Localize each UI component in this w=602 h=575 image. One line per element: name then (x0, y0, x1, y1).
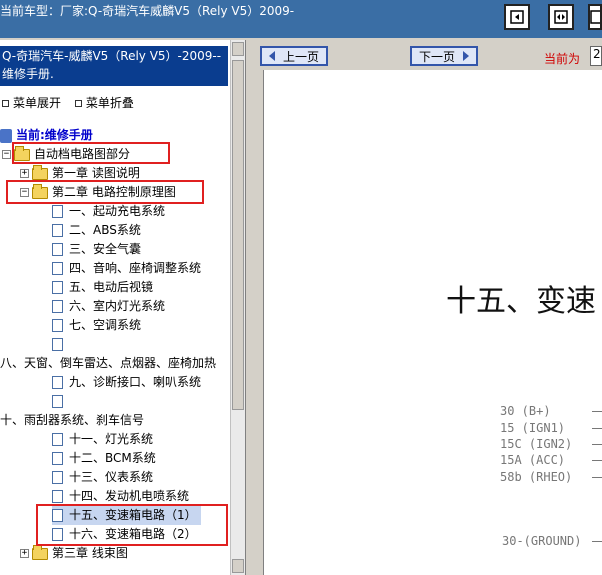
legend-line (592, 460, 602, 461)
tree-item-section-12[interactable]: 十二、BCM系统 (52, 449, 156, 468)
folder-icon (32, 544, 48, 560)
scroll-thumb[interactable] (232, 60, 244, 410)
document-viewer: 上一页 下一页 当前为 27 十五、变速 30 (B+) 15 (IGN1) 1… (256, 40, 602, 575)
tree-item-label: 第三章 线束图 (52, 546, 128, 560)
first-page-button[interactable] (504, 4, 530, 30)
legend-line (592, 411, 602, 412)
sidebar-scrollbar[interactable] (230, 40, 245, 575)
legend-line (592, 428, 602, 429)
tree-item-label: 一、起动充电系统 (69, 204, 166, 218)
tree-item-label: 五、电动后视镜 (69, 280, 154, 294)
last-page-button[interactable] (588, 4, 602, 30)
fit-width-button[interactable] (548, 4, 574, 30)
page-icon (52, 224, 63, 237)
legend-line (592, 477, 602, 478)
page-icon (52, 376, 63, 389)
expand-toggle[interactable]: + (20, 549, 29, 558)
sidebar-header: Q-奇瑞汽车-威麟V5（Rely V5）-2009-- 维修手册. (0, 46, 228, 86)
page-icon (52, 338, 63, 351)
legend-item: 15A (ACC) (500, 453, 566, 467)
tree-item-section-13[interactable]: 十三、仪表系统 (52, 468, 153, 487)
collapse-bullet-icon (74, 100, 82, 107)
menu-controls: 菜单展开 菜单折叠 (0, 94, 228, 112)
highlight-box (12, 142, 170, 164)
arrow-right-icon (463, 51, 469, 61)
tree-item-section-5[interactable]: 五、电动后视镜 (52, 278, 153, 297)
legend-item: 15C (IGN2) (500, 437, 573, 451)
page-icon (52, 319, 63, 332)
tree-item-label: 三、安全气囊 (69, 242, 142, 256)
tree-item-section-7[interactable]: 七、空调系统 (52, 316, 141, 335)
page-icon (52, 490, 63, 503)
expand-toggle[interactable]: + (20, 169, 29, 178)
title-bar: 当前车型：厂家:Q-奇瑞汽车威麟V5（Rely V5）2009- (0, 0, 602, 38)
window-title: 当前车型：厂家:Q-奇瑞汽车威麟V5（Rely V5）2009- (0, 4, 295, 18)
fit-width-icon (553, 9, 569, 25)
tree-item-label: 七、空调系统 (69, 318, 142, 332)
page-icon (52, 205, 63, 218)
legend-line (592, 444, 602, 445)
first-page-icon (509, 9, 525, 25)
tree-item-label: 八、天窗、倒车雷达、点烟器、座椅加热 (0, 356, 217, 370)
page-icon (52, 433, 63, 446)
next-page-button[interactable]: 下一页 (410, 46, 478, 66)
tree-item-label: 十、雨刮器系统、刹车信号 (0, 413, 145, 427)
scroll-down-icon[interactable] (232, 559, 244, 573)
tree-item-label: 二、ABS系统 (69, 223, 141, 237)
scroll-up-icon[interactable] (232, 42, 244, 56)
prev-page-button[interactable]: 上一页 (260, 46, 328, 66)
tree-item-label: 四、音响、座椅调整系统 (69, 261, 202, 275)
tree-item-label: 十二、BCM系统 (69, 451, 156, 465)
highlight-box (36, 504, 228, 546)
tree-item-section-8[interactable] (52, 335, 69, 354)
legend-item: 30 (B+) (500, 404, 551, 418)
expand-bullet-icon (2, 100, 9, 107)
tree-item-section-10[interactable] (52, 392, 69, 411)
collapse-all-link[interactable]: 菜单折叠 (86, 96, 134, 110)
page-icon (52, 300, 63, 313)
expand-all-link[interactable]: 菜单展开 (13, 96, 61, 110)
tree-item-section-4[interactable]: 四、音响、座椅调整系统 (52, 259, 201, 278)
legend-item: 30-(GROUND) (502, 534, 582, 548)
page-number-input[interactable]: 27 (590, 46, 602, 66)
page-icon (52, 395, 63, 408)
viewer-toolbar: 上一页 下一页 当前为 27 (256, 40, 602, 70)
book-icon (0, 128, 12, 143)
tree-item-section-6[interactable]: 六、室内灯光系统 (52, 297, 165, 316)
tree-item-label: 十三、仪表系统 (69, 470, 154, 484)
tree-item-label: 十一、灯光系统 (69, 432, 154, 446)
sidebar: Q-奇瑞汽车-威麟V5（Rely V5）-2009-- 维修手册. 菜单展开 菜… (0, 40, 246, 575)
tree-item-section-2[interactable]: 二、ABS系统 (52, 221, 141, 240)
tree-item-section-3[interactable]: 三、安全气囊 (52, 240, 141, 259)
page-icon (52, 471, 63, 484)
last-page-icon (590, 9, 600, 25)
tree-item-section-8-text[interactable]: 八、天窗、倒车雷达、点烟器、座椅加热 (0, 354, 216, 373)
highlight-box (6, 180, 204, 204)
page-icon (52, 281, 63, 294)
page-icon (52, 243, 63, 256)
tree-item-section-11[interactable]: 十一、灯光系统 (52, 430, 153, 449)
prev-page-label: 上一页 (282, 49, 319, 64)
tree-item-section-9[interactable]: 九、诊断接口、喇叭系统 (52, 373, 201, 392)
folder-icon (32, 164, 48, 180)
viewer-divider (256, 70, 264, 575)
page-icon (52, 452, 63, 465)
arrow-left-icon (268, 51, 275, 61)
tree-item-label: 六、室内灯光系统 (69, 299, 166, 313)
legend-item: 15 (IGN1) (500, 421, 566, 435)
tree-item-section-1[interactable]: 一、起动充电系统 (52, 202, 165, 221)
legend-item: 58b (RHEO) (500, 470, 573, 484)
tree-item-section-10-text[interactable]: 十、雨刮器系统、刹车信号 (0, 411, 144, 430)
page-icon (52, 262, 63, 275)
current-page-label: 当前为 (544, 52, 581, 66)
legend-line (592, 541, 602, 542)
next-page-label: 下一页 (418, 49, 455, 64)
tree-item-chapter-3[interactable]: + 第三章 线束图 (20, 544, 128, 563)
collapse-toggle[interactable]: − (2, 150, 11, 159)
tree-item-label: 九、诊断接口、喇叭系统 (69, 375, 202, 389)
document-title: 十五、变速 (446, 284, 596, 319)
